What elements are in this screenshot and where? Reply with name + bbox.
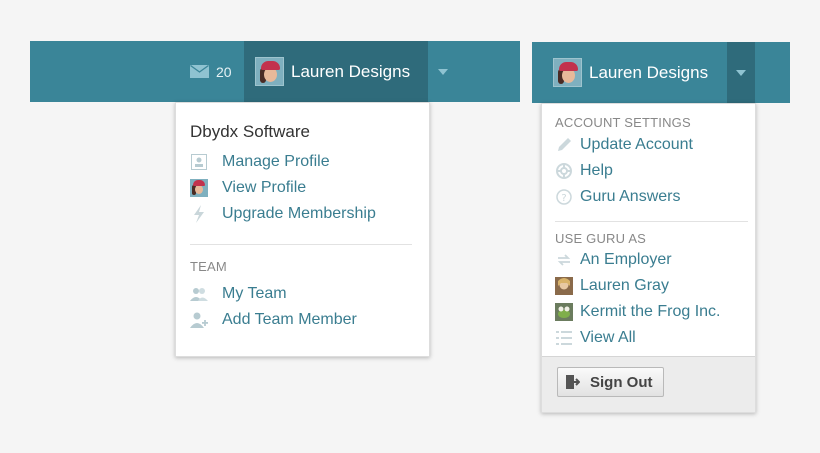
lifebuoy-icon [555,162,573,180]
profile-card-icon [190,153,208,171]
lightning-icon [190,205,208,223]
kermit-the-frog-label: Kermit the Frog Inc. [580,303,721,320]
account-settings-menu: ACCOUNT SETTINGS Update Account Help ? G… [541,103,756,413]
switch-icon [555,251,573,269]
view-profile-link[interactable]: View Profile [190,179,306,197]
user-menu-toggle[interactable]: Lauren Designs [244,41,428,102]
list-icon [555,329,573,347]
upgrade-membership-link[interactable]: Upgrade Membership [190,205,376,223]
lauren-gray-link[interactable]: Lauren Gray [555,277,669,295]
team-section-heading: TEAM [190,259,227,274]
dropdown-toggle[interactable] [428,41,458,102]
update-account-link[interactable]: Update Account [555,136,693,154]
user-menu-toggle[interactable]: Lauren Designs [532,42,727,103]
account-settings-heading: ACCOUNT SETTINGS [555,115,691,130]
user-name: Lauren Designs [291,61,411,81]
photo-thumbnail [555,277,573,295]
guru-answers-link[interactable]: ? Guru Answers [555,188,680,206]
question-icon: ? [555,188,573,206]
message-count: 20 [216,63,232,80]
sign-out-icon [566,375,580,389]
view-profile-label: View Profile [222,179,307,196]
photo-thumbnail [555,303,573,321]
lauren-gray-label: Lauren Gray [580,277,669,294]
header-bar-left: 20 Lauren Designs [30,41,520,102]
svg-text:?: ? [561,193,566,204]
dropdown-toggle[interactable] [727,42,755,103]
view-all-label: View All [580,329,636,346]
upgrade-membership-label: Upgrade Membership [222,205,376,222]
team-icon [190,285,208,303]
avatar-icon [190,179,208,197]
company-name: Dbydx Software [190,122,310,141]
add-user-icon [190,311,208,329]
account-dropdown-menu: Dbydx Software Manage Profile View Profi… [175,102,430,357]
my-team-link[interactable]: My Team [190,285,287,303]
divider [555,221,748,222]
view-all-link[interactable]: View All [555,329,636,347]
avatar [553,58,582,87]
chevron-down-icon [736,69,746,76]
my-team-label: My Team [222,285,287,302]
avatar [255,57,284,86]
update-account-label: Update Account [580,136,693,153]
menu-footer: Sign Out [542,356,755,412]
guru-answers-label: Guru Answers [580,188,681,205]
messages-link[interactable]: 20 [190,41,232,102]
help-link[interactable]: Help [555,162,613,180]
help-label: Help [580,162,613,179]
user-name: Lauren Designs [589,62,709,82]
manage-profile-label: Manage Profile [222,153,330,170]
manage-profile-link[interactable]: Manage Profile [190,153,330,171]
envelope-icon [190,65,209,78]
add-team-member-label: Add Team Member [222,311,357,328]
an-employer-label: An Employer [580,251,672,268]
use-guru-as-heading: USE GURU AS [555,231,647,246]
add-team-member-link[interactable]: Add Team Member [190,311,357,329]
sign-out-label: Sign Out [590,373,653,391]
sign-out-button[interactable]: Sign Out [557,367,664,397]
an-employer-link[interactable]: An Employer [555,251,672,269]
kermit-the-frog-link[interactable]: Kermit the Frog Inc. [555,303,721,321]
chevron-down-icon [438,68,448,75]
header-bar-right: Lauren Designs [532,42,790,103]
divider [190,244,412,245]
pencil-icon [555,136,573,154]
